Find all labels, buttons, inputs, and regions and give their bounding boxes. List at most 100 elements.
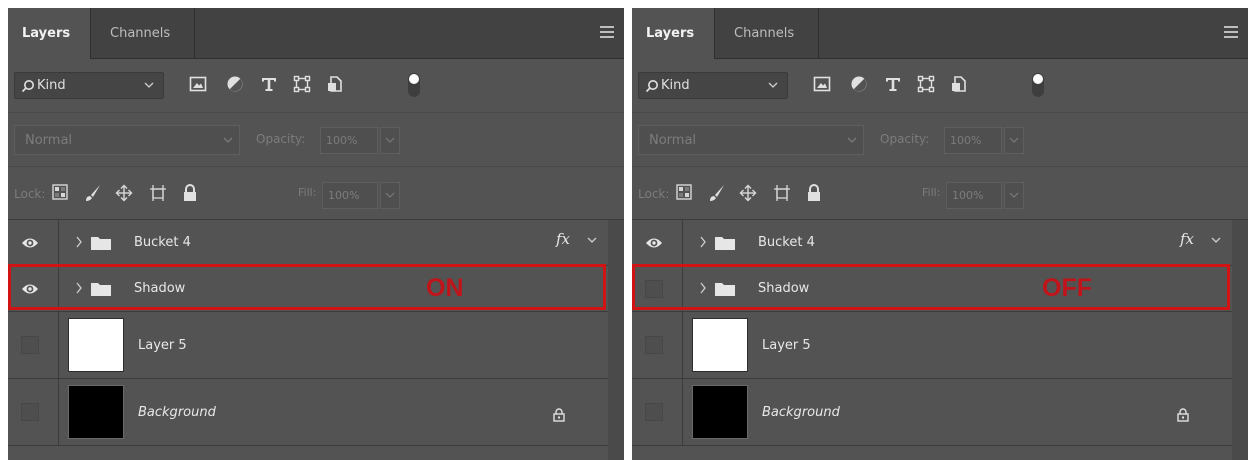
opacity-field[interactable]: 100%	[944, 127, 1002, 154]
tab-channels[interactable]: Channels	[720, 8, 808, 59]
search-icon	[21, 80, 34, 93]
layer-name: Bucket 4	[758, 235, 815, 250]
layer-row-layer-5[interactable]: Layer 5	[632, 312, 1232, 379]
lock-pixels-icon[interactable]	[676, 184, 692, 200]
tab-layers[interactable]: Layers	[632, 8, 714, 59]
layer-row-bucket-4[interactable]: Bucket 4 fx	[632, 220, 1232, 266]
visibility-toggle-off[interactable]	[645, 336, 663, 354]
visibility-toggle-off[interactable]	[21, 403, 39, 421]
lock-image-icon[interactable]	[84, 184, 102, 202]
filter-toggle[interactable]	[1032, 73, 1044, 97]
layer-row-background[interactable]: Background	[8, 379, 608, 446]
smart-object-filter-icon[interactable]	[950, 75, 968, 93]
filter-row: Kind	[632, 59, 1248, 112]
lock-position-icon[interactable]	[739, 184, 757, 202]
adjustment-filter-icon[interactable]	[850, 75, 868, 93]
blend-mode-value: Normal	[25, 133, 73, 148]
layer-name: Background	[762, 404, 840, 420]
visibility-toggle-off[interactable]	[21, 336, 39, 354]
fill-field[interactable]: 100%	[946, 182, 1002, 209]
opacity-value: 100%	[950, 134, 982, 147]
fill-dropdown[interactable]	[1004, 182, 1024, 209]
blend-mode-value: Normal	[649, 133, 697, 148]
lock-all-icon[interactable]	[806, 184, 822, 202]
lock-row: Lock: Fill: 100%	[8, 166, 624, 220]
fx-badge[interactable]: fx	[556, 230, 570, 248]
lock-artboard-icon[interactable]	[149, 184, 167, 202]
chevron-down-icon	[385, 192, 395, 198]
opacity-dropdown[interactable]	[1004, 127, 1024, 154]
highlight-box	[8, 264, 606, 310]
chevron-down-icon[interactable]	[1210, 234, 1222, 246]
type-filter-icon[interactable]	[884, 75, 902, 93]
blend-row: Normal Opacity: 100%	[632, 112, 1248, 166]
kind-filter-dropdown[interactable]: Kind	[638, 72, 788, 99]
filter-toggle[interactable]	[408, 73, 420, 97]
image-filter-icon[interactable]	[189, 75, 207, 93]
tab-divider	[818, 8, 819, 59]
eye-icon	[646, 238, 662, 247]
chevron-down-icon	[223, 137, 233, 143]
chevron-right-icon[interactable]	[74, 233, 84, 251]
opacity-field[interactable]: 100%	[320, 127, 378, 154]
fx-badge[interactable]: fx	[1180, 230, 1194, 248]
panel-menu-icon[interactable]	[600, 26, 614, 40]
chevron-right-icon[interactable]	[698, 233, 708, 251]
smart-object-filter-icon[interactable]	[326, 75, 344, 93]
filter-row: Kind	[8, 59, 624, 112]
folder-icon	[91, 237, 111, 250]
layer-row-bucket-4[interactable]: Bucket 4 fx	[8, 220, 608, 266]
visibility-cell[interactable]	[632, 312, 683, 378]
kind-filter-label: Kind	[661, 78, 690, 93]
highlight-box	[632, 264, 1230, 310]
chevron-down-icon[interactable]	[586, 234, 598, 246]
lock-label: Lock:	[638, 187, 670, 201]
visibility-cell[interactable]	[8, 220, 59, 265]
lock-label: Lock:	[14, 187, 46, 201]
blend-row: Normal Opacity: 100%	[8, 112, 624, 166]
layer-list-scrollbar[interactable]	[1232, 220, 1248, 460]
lock-badge-icon	[553, 408, 565, 422]
visibility-cell[interactable]	[632, 220, 683, 265]
tab-channels[interactable]: Channels	[96, 8, 184, 59]
adjustment-filter-icon[interactable]	[226, 75, 244, 93]
visibility-cell[interactable]	[632, 379, 683, 445]
blend-mode-dropdown[interactable]: Normal	[14, 125, 240, 155]
layer-row-layer-5[interactable]: Layer 5	[8, 312, 608, 379]
shape-filter-icon[interactable]	[917, 75, 935, 93]
fill-value: 100%	[328, 189, 360, 202]
visibility-cell[interactable]	[8, 312, 59, 378]
layer-row-background[interactable]: Background	[632, 379, 1232, 446]
lock-badge-icon	[1177, 408, 1189, 422]
tab-divider	[714, 8, 715, 59]
kind-filter-label: Kind	[37, 78, 66, 93]
lock-image-icon[interactable]	[708, 184, 726, 202]
kind-filter-dropdown[interactable]: Kind	[14, 72, 164, 99]
layers-panel-right: Layers Channels Kind Normal Opacity: 100…	[632, 8, 1248, 460]
lock-all-icon[interactable]	[182, 184, 198, 202]
tab-layers[interactable]: Layers	[8, 8, 90, 59]
fill-value: 100%	[952, 189, 984, 202]
lock-pixels-icon[interactable]	[52, 184, 68, 200]
layer-list-scrollbar[interactable]	[608, 220, 624, 460]
image-filter-icon[interactable]	[813, 75, 831, 93]
fill-label: Fill:	[922, 186, 941, 199]
folder-icon	[715, 237, 735, 250]
lock-row: Lock: Fill: 100%	[632, 166, 1248, 220]
shape-filter-icon[interactable]	[293, 75, 311, 93]
layer-thumbnail	[68, 385, 124, 439]
opacity-dropdown[interactable]	[380, 127, 400, 154]
visibility-cell[interactable]	[8, 379, 59, 445]
fill-field[interactable]: 100%	[322, 182, 378, 209]
panel-menu-icon[interactable]	[1224, 26, 1238, 40]
opacity-value: 100%	[326, 134, 358, 147]
type-filter-icon[interactable]	[260, 75, 278, 93]
panel-tab-bar: Layers Channels	[8, 8, 624, 59]
visibility-toggle-off[interactable]	[645, 403, 663, 421]
layer-name: Bucket 4	[134, 235, 191, 250]
blend-mode-dropdown[interactable]: Normal	[638, 125, 864, 155]
lock-artboard-icon[interactable]	[773, 184, 791, 202]
fill-dropdown[interactable]	[380, 182, 400, 209]
lock-position-icon[interactable]	[115, 184, 133, 202]
layer-list: Bucket 4 fx Shadow OFF Layer 5 Backgroun…	[632, 220, 1248, 460]
